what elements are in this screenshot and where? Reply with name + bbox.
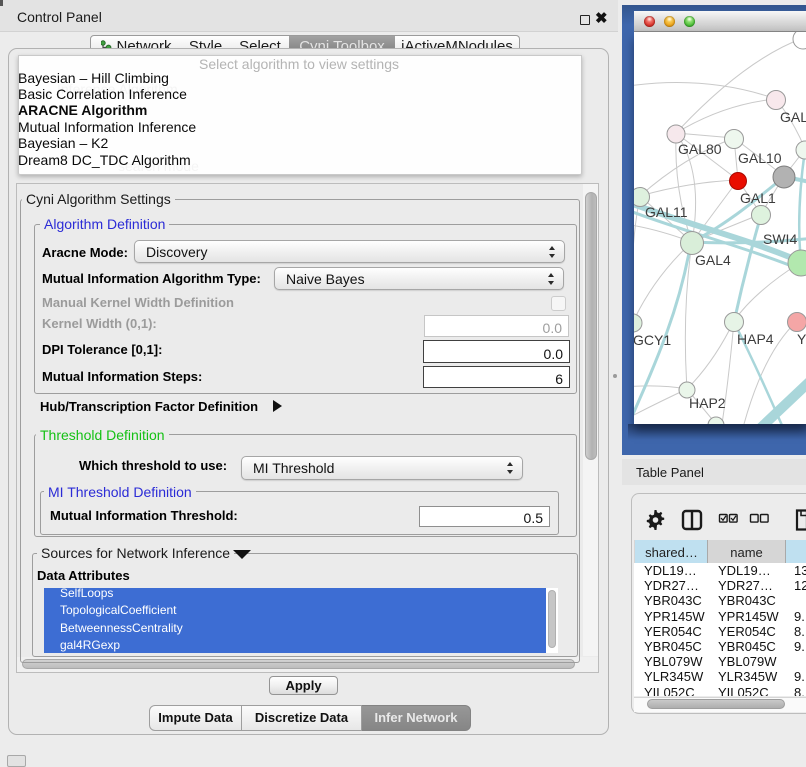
svg-text:GAL: GAL bbox=[780, 109, 806, 125]
svg-text:GAL10: GAL10 bbox=[738, 150, 782, 166]
svg-text:GAL1: GAL1 bbox=[740, 190, 776, 206]
svg-text:GAL11: GAL11 bbox=[645, 204, 688, 220]
svg-text:SWI4: SWI4 bbox=[763, 231, 797, 247]
svg-text:Y: Y bbox=[797, 331, 806, 347]
svg-text:GAL80: GAL80 bbox=[678, 141, 722, 157]
svg-text:GAL4: GAL4 bbox=[695, 252, 731, 268]
svg-text:GCY1: GCY1 bbox=[634, 332, 671, 348]
svg-text:HAP2: HAP2 bbox=[689, 395, 726, 411]
svg-text:HAP4: HAP4 bbox=[737, 331, 774, 347]
